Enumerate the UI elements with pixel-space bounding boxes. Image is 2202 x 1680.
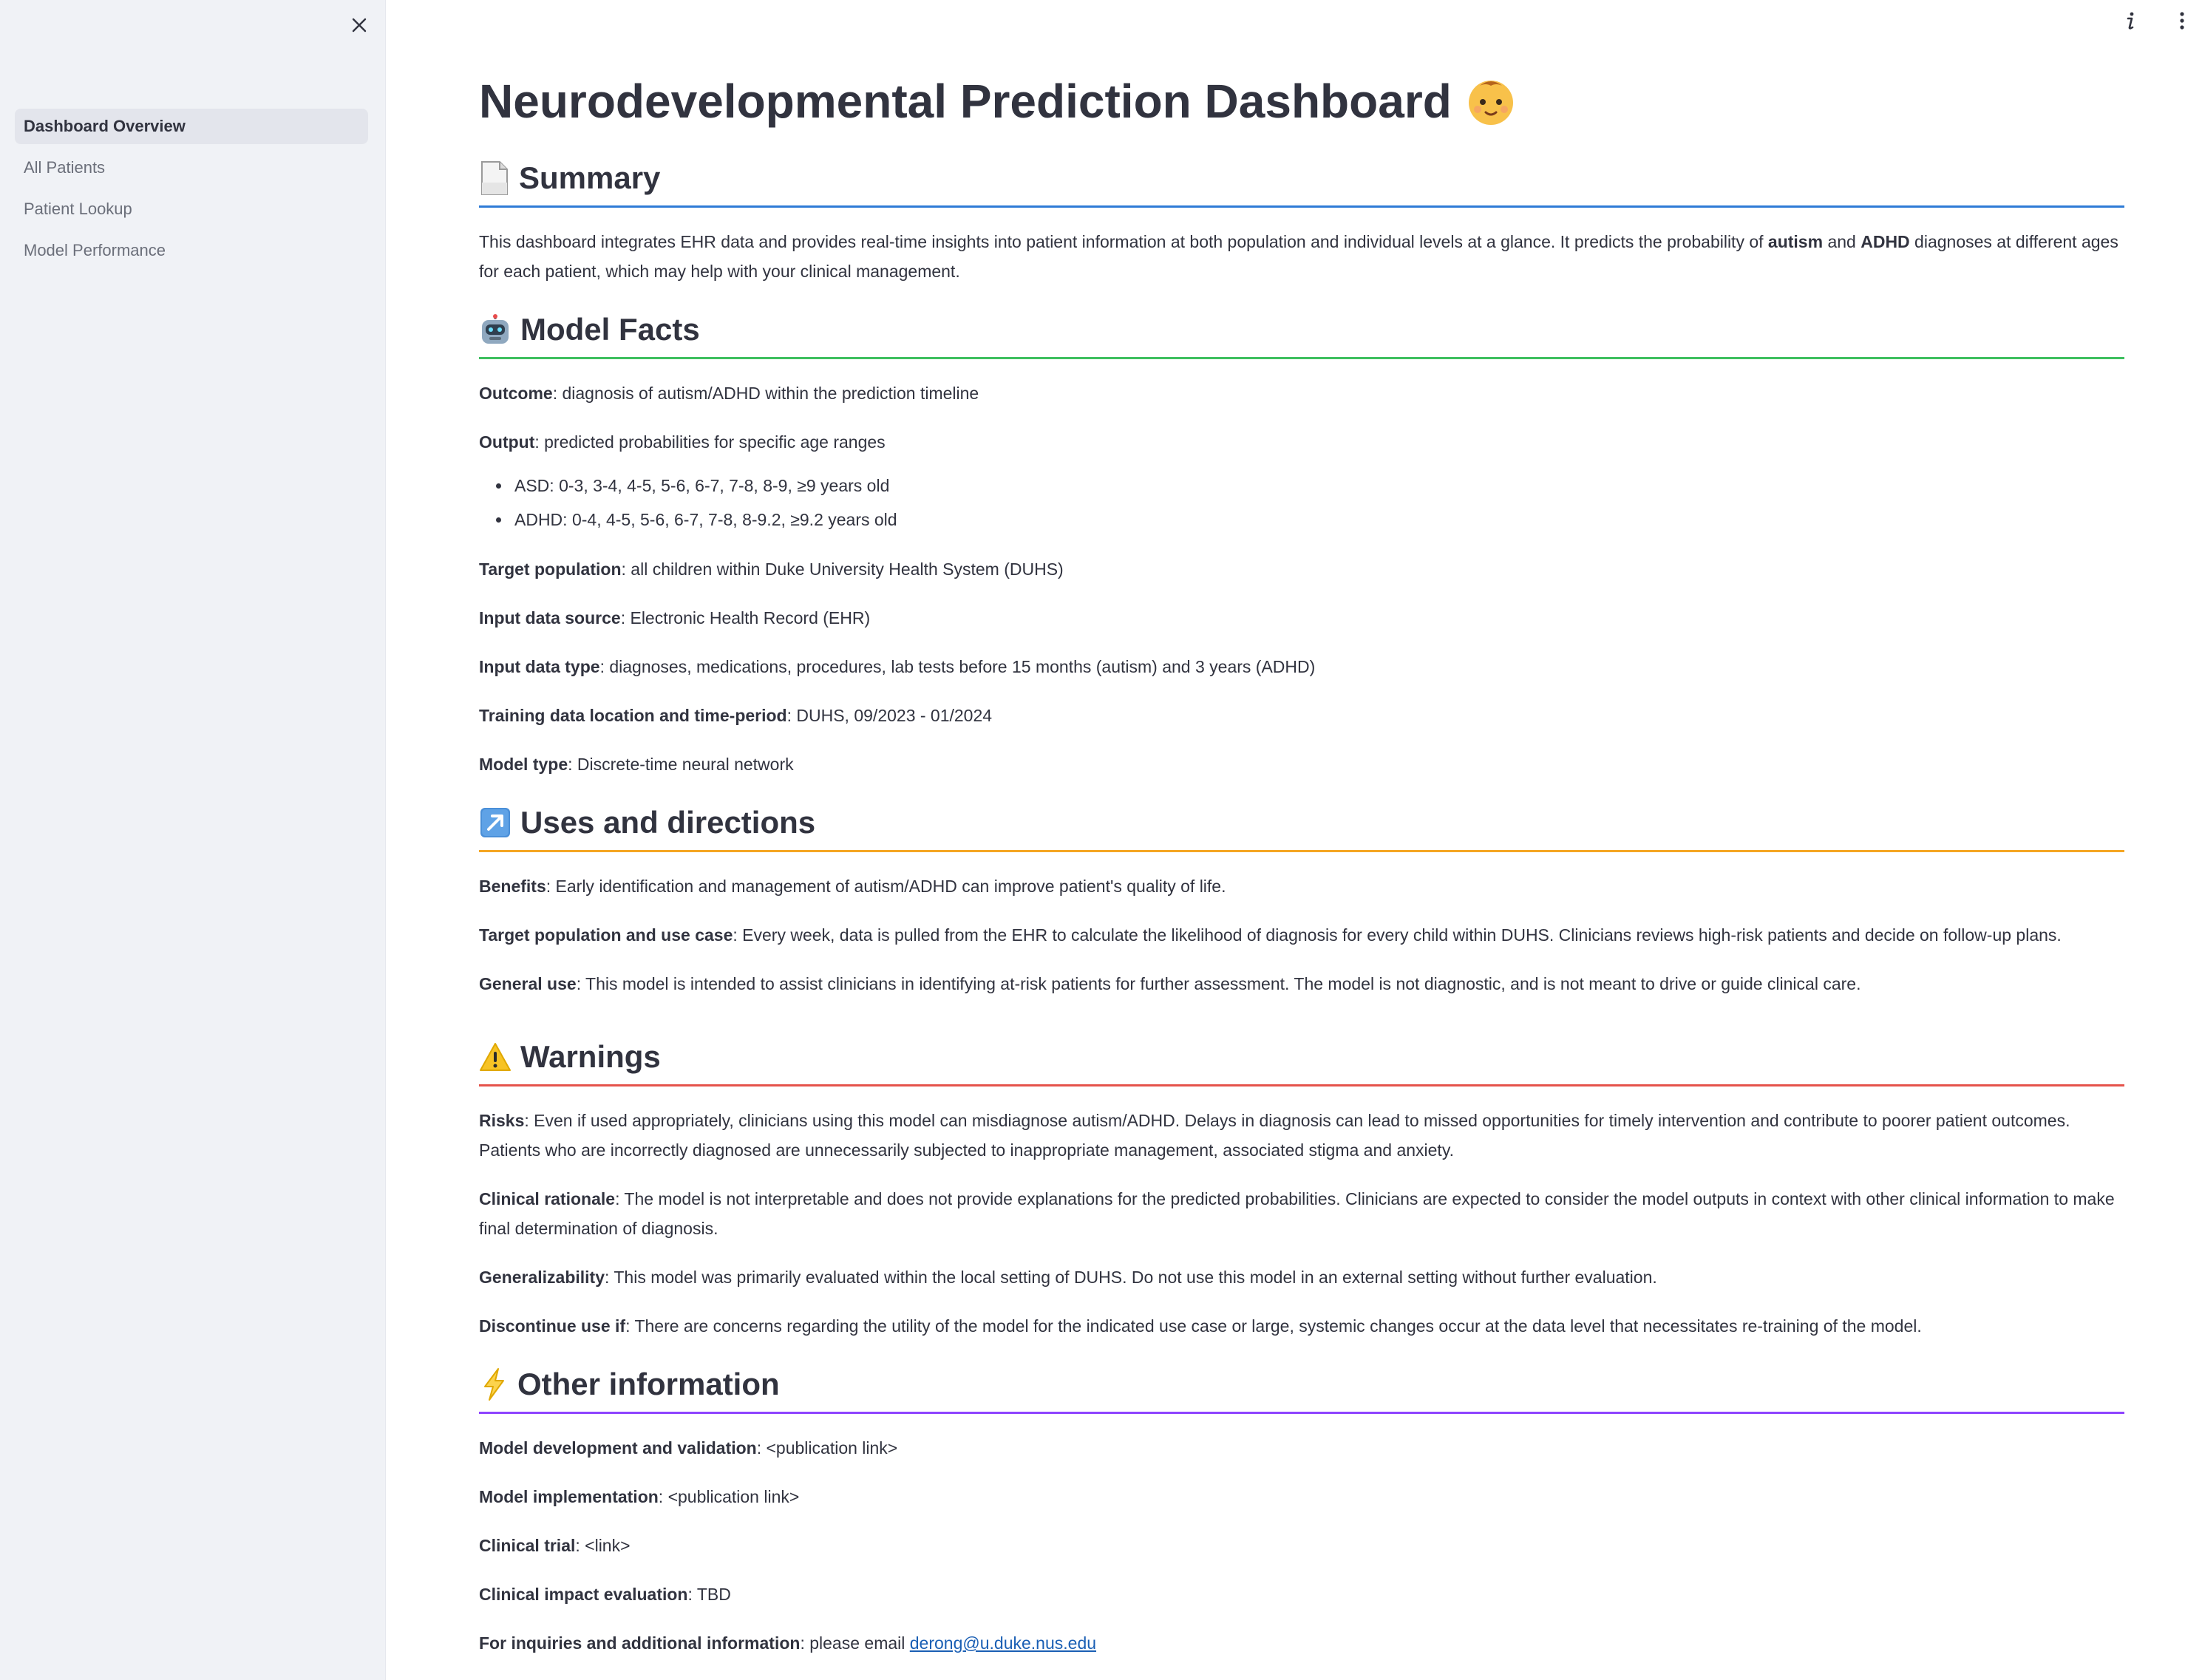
outcome-fact: Outcome: diagnosis of autism/ADHD within… <box>479 384 979 403</box>
close-sidebar-button[interactable] <box>344 10 374 40</box>
model-development-fact: Model development and validation: <publi… <box>479 1438 898 1458</box>
page-title: Neurodevelopmental Prediction Dashboard <box>479 68 2124 135</box>
warnings-heading: Warnings <box>520 1039 661 1074</box>
main-content: Neurodevelopmental Prediction Dashboard <box>479 68 2124 1677</box>
close-icon <box>351 17 367 33</box>
clinical-trial-fact: Clinical trial: <link> <box>479 1536 631 1555</box>
sidebar-item-dashboard-overview[interactable]: Dashboard Overview <box>15 109 368 144</box>
arrow-up-right-icon <box>479 806 512 839</box>
summary-divider <box>479 205 2124 208</box>
target-use-case-fact: Target population and use case: Every we… <box>479 925 2062 945</box>
list-item: ASD: 0-3, 3-4, 4-5, 5-6, 6-7, 7-8, 8-9, … <box>512 469 2124 503</box>
other-divider <box>479 1412 2124 1414</box>
uses-header: Uses and directions <box>479 798 2124 847</box>
lightning-icon <box>479 1367 509 1401</box>
summary-heading: Summary <box>519 160 661 195</box>
baby-face-icon <box>1465 75 1517 127</box>
other-header: Other information <box>479 1360 2124 1409</box>
app: Dashboard Overview All Patients Patient … <box>0 0 2202 1680</box>
uses-divider <box>479 850 2124 852</box>
input-source-fact: Input data source: Electronic Health Rec… <box>479 608 871 628</box>
inquiries-fact: For inquiries and additional information… <box>479 1633 1097 1653</box>
uses-heading: Uses and directions <box>520 805 816 840</box>
info-button[interactable] <box>2119 7 2141 34</box>
sidebar-item-patient-lookup[interactable]: Patient Lookup <box>15 191 368 227</box>
model-facts-heading: Model Facts <box>520 312 700 347</box>
risks-fact: Risks: Even if used appropriately, clini… <box>479 1111 2070 1160</box>
model-implementation-fact: Model implementation: <publication link> <box>479 1487 800 1506</box>
model-facts-header: Model Facts <box>479 305 2124 354</box>
warnings-header: Warnings <box>479 1033 2124 1081</box>
sidebar-nav: Dashboard Overview All Patients Patient … <box>15 109 368 274</box>
training-data-fact: Training data location and time-period: … <box>479 706 993 725</box>
clinical-rationale-fact: Clinical rationale: The model is not int… <box>479 1189 2115 1238</box>
generalizability-fact: Generalizability: This model was primari… <box>479 1268 1657 1287</box>
model-type-fact: Model type: Discrete-time neural network <box>479 755 794 774</box>
model-facts-divider <box>479 357 2124 359</box>
clinical-impact-fact: Clinical impact evaluation: TBD <box>479 1585 731 1604</box>
document-icon <box>479 160 510 196</box>
sidebar: Dashboard Overview All Patients Patient … <box>0 0 386 1680</box>
warnings-divider <box>479 1084 2124 1086</box>
email-link[interactable]: derong@u.duke.nus.edu <box>910 1633 1096 1653</box>
general-use-fact: General use: This model is intended to a… <box>479 974 1861 993</box>
page-title-text: Neurodevelopmental Prediction Dashboard <box>479 75 1452 128</box>
warning-icon <box>479 1042 512 1072</box>
more-vertical-icon <box>2179 10 2185 31</box>
toolbar <box>2119 7 2193 34</box>
summary-text: This dashboard integrates EHR data and p… <box>479 232 2118 281</box>
robot-icon <box>479 313 512 346</box>
age-range-list: ASD: 0-3, 3-4, 4-5, 5-6, 6-7, 7-8, 8-9, … <box>479 469 2124 537</box>
other-heading: Other information <box>517 1367 780 1401</box>
main-menu-button[interactable] <box>2171 7 2193 34</box>
target-population-fact: Target population: all children within D… <box>479 560 1064 579</box>
list-item: ADHD: 0-4, 4-5, 5-6, 6-7, 7-8, 8-9.2, ≥9… <box>512 503 2124 537</box>
output-fact: Output: predicted probabilities for spec… <box>479 432 886 452</box>
sidebar-item-all-patients[interactable]: All Patients <box>15 150 368 186</box>
summary-header: Summary <box>479 154 2124 203</box>
discontinue-fact: Discontinue use if: There are concerns r… <box>479 1316 1922 1336</box>
input-type-fact: Input data type: diagnoses, medications,… <box>479 657 1316 676</box>
benefits-fact: Benefits: Early identification and manag… <box>479 877 1226 896</box>
sidebar-item-model-performance[interactable]: Model Performance <box>15 233 368 268</box>
info-icon <box>2124 10 2136 31</box>
